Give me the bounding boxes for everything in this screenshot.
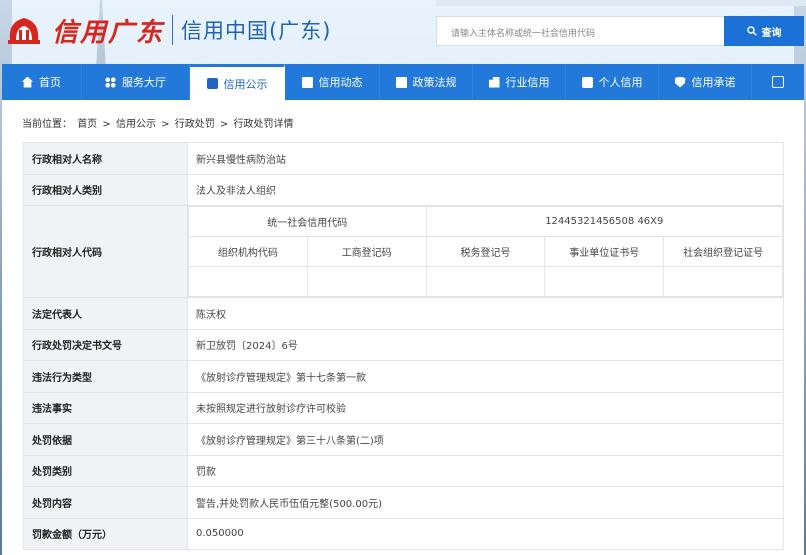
shield-icon <box>674 76 686 88</box>
table-row: 罚款金额（万元） 0.050000 <box>23 517 784 550</box>
row-label: 行政处罚决定书文号 <box>23 328 188 361</box>
home-icon <box>22 76 33 88</box>
nav-label: 政策法规 <box>412 76 457 89</box>
header-strip <box>436 0 806 6</box>
row-value: 未按照规定进行放射诊疗许可校验 <box>187 391 784 424</box>
nav-item-credit-publicity[interactable]: 信用公示 <box>190 64 285 100</box>
code-header: 社会组织登记证号 <box>663 236 783 267</box>
row-label: 违法事实 <box>23 391 188 424</box>
nav-item-personal-credit[interactable]: 个人信用 <box>566 64 659 100</box>
row-label: 违法行为类型 <box>23 360 188 393</box>
breadcrumb-separator: > <box>161 119 170 130</box>
breadcrumb-penalty[interactable]: 行政处罚 <box>175 119 215 130</box>
breadcrumb-separator: > <box>219 119 229 130</box>
table-row: 行政相对人类别 法人及非法人组织 <box>23 173 784 206</box>
breadcrumb-current: 行政处罚详情 <box>233 119 294 130</box>
breadcrumb-home[interactable]: 首页 <box>77 119 97 130</box>
table-row: 处罚类别 罚款 <box>23 454 784 487</box>
table-row: 处罚内容 警告,并处罚款人民币伍佰元整(500.00元) <box>23 486 784 519</box>
code-row-headers: 组织机构代码 工商登记码 税务登记号 事业单位证书号 社会组织登记证号 <box>188 236 783 267</box>
breadcrumb: 当前位置： 首页 > 信用公示 > 行政处罚 > 行政处罚详情 <box>22 115 295 130</box>
row-label: 行政相对人类别 <box>23 173 188 206</box>
search-icon <box>746 26 757 36</box>
row-value: 新卫放罚〔2024〕6号 <box>187 328 784 361</box>
logo-divider <box>172 15 174 45</box>
code-header: 组织机构代码 <box>188 236 308 267</box>
nav-label: 服务大厅 <box>122 76 166 89</box>
nav-label: 个人信用 <box>598 76 643 89</box>
code-row-uscc: 统一社会信用代码 12445321456508 46X9 <box>188 206 784 237</box>
row-value: 罚款 <box>187 454 784 487</box>
nav-item-industry-credit[interactable]: 行业信用 <box>473 64 566 100</box>
code-value <box>306 266 427 297</box>
search-button-label: 查询 <box>761 27 782 39</box>
table-row: 法定代表人 陈沃权 <box>23 297 784 330</box>
table-row: 行政相对人代码 统一社会信用代码 12445321456508 46X9 组织机… <box>23 205 784 298</box>
monitor-icon <box>206 78 218 89</box>
person-icon <box>581 76 593 88</box>
row-value: 0.050000 <box>187 517 784 550</box>
nav-item-credit-commitment[interactable]: 信用承诺 <box>659 64 752 100</box>
logo-title: 信用中国(广东) <box>181 19 332 43</box>
logo-emblem-icon <box>4 10 44 50</box>
table-row: 行政相对人名称 新兴县慢性病防治站 <box>23 142 784 175</box>
code-subtable-cell: 统一社会信用代码 12445321456508 46X9 组织机构代码 工商登记… <box>187 205 784 298</box>
row-value: 法人及非法人组织 <box>187 173 784 206</box>
search-input[interactable]: 请输入主体名称或统一社会信用代码 <box>436 16 724 46</box>
content-panel: 当前位置： 首页 > 信用公示 > 行政处罚 > 行政处罚详情 行政相对人名称 … <box>2 100 804 555</box>
book-icon <box>395 76 407 88</box>
nav-item-policies[interactable]: 政策法规 <box>380 64 473 100</box>
row-value: 新兴县慢性病防治站 <box>187 142 784 175</box>
nav-item-service-hall[interactable]: 服务大厅 <box>82 64 190 100</box>
search-button[interactable]: 查询 <box>724 16 804 46</box>
row-value: 陈沃权 <box>187 297 784 330</box>
table-row: 处罚依据 《放射诊疗管理规定》第三十八条第(二)项 <box>23 423 784 456</box>
row-label: 处罚类别 <box>23 454 188 487</box>
nav-label: 信用承诺 <box>691 76 736 89</box>
code-value <box>663 266 783 297</box>
code-subtable: 统一社会信用代码 12445321456508 46X9 组织机构代码 工商登记… <box>188 206 784 297</box>
row-value: 《放射诊疗管理规定》第三十八条第(二)项 <box>187 423 784 456</box>
table-row: 违法事实 未按照规定进行放射诊疗许可校验 <box>23 391 784 424</box>
code-row-values <box>188 266 783 297</box>
table-row: 违法行为类型 《放射诊疗管理规定》第十七条第一款 <box>23 360 784 393</box>
breadcrumb-prefix: 当前位置： <box>22 119 72 130</box>
row-value: 《放射诊疗管理规定》第十七条第一款 <box>187 360 784 393</box>
nav-item-home[interactable]: 首页 <box>2 64 82 100</box>
row-label: 行政相对人代码 <box>23 205 188 298</box>
search-placeholder: 请输入主体名称或统一社会信用代码 <box>451 29 596 39</box>
nav-expand-button[interactable] <box>752 64 804 100</box>
row-value: 警告,并处罚款人民币伍佰元整(500.00元) <box>187 486 784 519</box>
code-value <box>544 266 665 297</box>
code-header: 工商登记码 <box>306 236 427 267</box>
code-value <box>425 266 546 297</box>
site-logo[interactable]: 信用广东 信用中国(广东) <box>4 10 331 50</box>
logo-brush-text: 信用广东 <box>52 17 165 48</box>
grid-icon <box>105 76 116 88</box>
row-label: 罚款金额（万元） <box>23 517 188 550</box>
nav-label: 信用公示 <box>223 77 268 91</box>
penalty-detail-table: 行政相对人名称 新兴县慢性病防治站 行政相对人类别 法人及非法人组织 行政相对人… <box>23 142 784 550</box>
building-icon <box>488 76 500 88</box>
code-header: 事业单位证书号 <box>544 236 665 267</box>
row-label: 法定代表人 <box>23 297 188 330</box>
nav-label: 行业信用 <box>505 76 550 89</box>
code-header: 税务登记号 <box>425 236 546 267</box>
main-nav: 首页 服务大厅 信用公示 信用动态 政策法规 行业信用 个人信用 信用承诺 <box>2 64 804 100</box>
breadcrumb-credit-publicity[interactable]: 信用公示 <box>116 119 156 130</box>
doc-icon <box>301 76 313 88</box>
table-row: 行政处罚决定书文号 新卫放罚〔2024〕6号 <box>23 328 784 361</box>
uscc-label: 统一社会信用代码 <box>188 206 427 237</box>
row-label: 处罚内容 <box>23 486 188 519</box>
site-header: 信用广东 信用中国(广东) 请输入主体名称或统一社会信用代码 查询 <box>0 0 806 64</box>
nav-label: 首页 <box>39 76 61 89</box>
uscc-value: 12445321456508 46X9 <box>425 206 784 237</box>
row-label: 行政相对人名称 <box>23 142 188 175</box>
nav-item-credit-news[interactable]: 信用动态 <box>285 64 380 100</box>
code-value <box>188 266 308 297</box>
expand-icon <box>772 76 784 88</box>
row-label: 处罚依据 <box>23 423 188 456</box>
breadcrumb-separator: > <box>102 119 111 130</box>
nav-label: 信用动态 <box>318 76 363 89</box>
